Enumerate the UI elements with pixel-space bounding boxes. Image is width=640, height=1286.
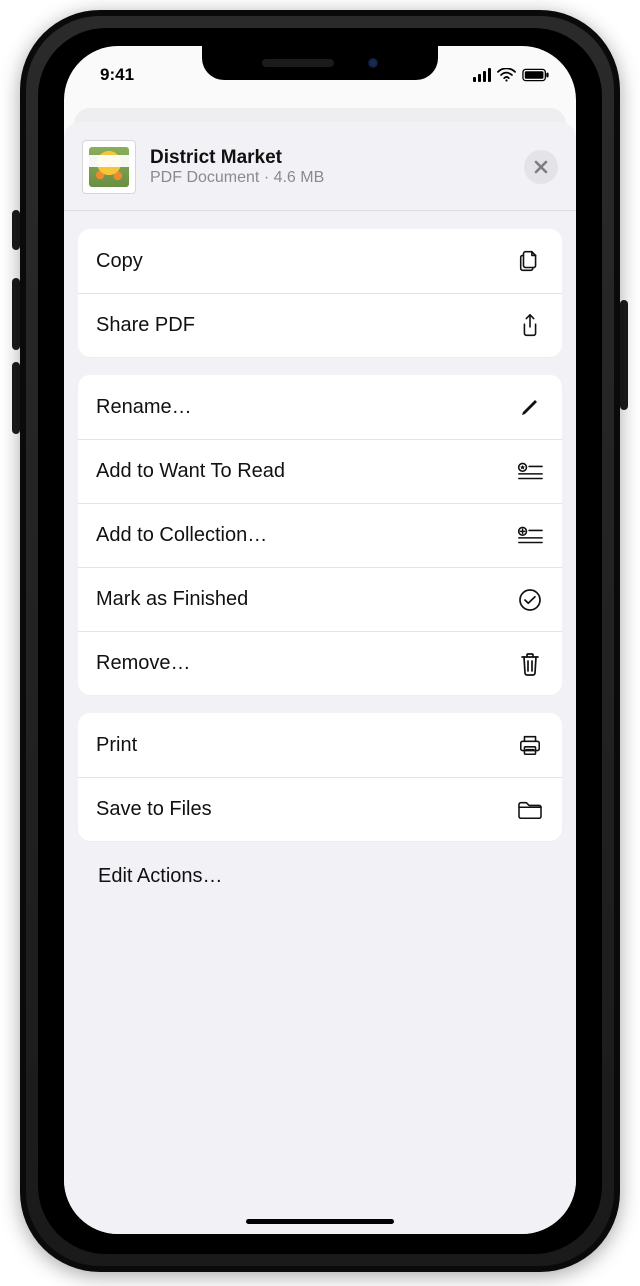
volume-up-button	[12, 278, 20, 350]
share-sheet: District Market PDF Document · 4.6 MB	[64, 122, 576, 1234]
action-group-3: Print	[78, 713, 562, 841]
volume-down-button	[12, 362, 20, 434]
document-title: District Market	[150, 147, 510, 169]
checkmark-circle-icon	[516, 586, 544, 614]
pencil-icon	[516, 393, 544, 421]
close-icon	[533, 159, 549, 175]
folder-icon	[516, 796, 544, 824]
edit-actions-row[interactable]: Edit Actions…	[78, 859, 562, 888]
row-label: Mark as Finished	[96, 588, 248, 611]
screen: 9:41	[64, 46, 576, 1234]
rename-row[interactable]: Rename…	[78, 375, 562, 439]
earpiece	[262, 59, 334, 67]
row-label: Rename…	[96, 396, 192, 419]
printer-icon	[516, 731, 544, 759]
actions-list: Copy Share PDF	[64, 211, 576, 888]
save-to-files-row[interactable]: Save to Files	[78, 777, 562, 841]
status-time: 9:41	[100, 65, 134, 85]
device-frame: 9:41	[0, 0, 640, 1286]
sheet-header: District Market PDF Document · 4.6 MB	[64, 122, 576, 211]
star-list-icon	[516, 458, 544, 486]
row-label: Edit Actions…	[98, 865, 223, 887]
copy-row[interactable]: Copy	[78, 229, 562, 293]
row-label: Add to Want To Read	[96, 460, 285, 483]
add-to-collection-row[interactable]: Add to Collection…	[78, 503, 562, 567]
copy-icon	[516, 247, 544, 275]
add-want-to-read-row[interactable]: Add to Want To Read	[78, 439, 562, 503]
side-button	[620, 300, 628, 410]
plus-list-icon	[516, 522, 544, 550]
document-subtitle: PDF Document · 4.6 MB	[150, 169, 510, 187]
print-row[interactable]: Print	[78, 713, 562, 777]
share-icon	[516, 312, 544, 340]
home-indicator[interactable]	[246, 1219, 394, 1224]
row-label: Add to Collection…	[96, 524, 267, 547]
cellular-signal-icon	[473, 68, 491, 82]
action-group-1: Copy Share PDF	[78, 229, 562, 357]
wifi-icon	[497, 68, 516, 82]
trash-icon	[516, 650, 544, 678]
row-label: Save to Files	[96, 798, 212, 821]
battery-icon	[522, 68, 550, 82]
document-thumbnail	[82, 140, 136, 194]
row-label: Copy	[96, 250, 143, 273]
row-label: Share PDF	[96, 314, 195, 337]
mark-as-finished-row[interactable]: Mark as Finished	[78, 567, 562, 631]
notch	[202, 46, 438, 80]
phone-body: 9:41	[20, 10, 620, 1272]
front-camera	[368, 58, 378, 68]
share-pdf-row[interactable]: Share PDF	[78, 293, 562, 357]
row-label: Remove…	[96, 652, 190, 675]
close-button[interactable]	[524, 150, 558, 184]
remove-row[interactable]: Remove…	[78, 631, 562, 695]
action-group-2: Rename… Add to Want To Read	[78, 375, 562, 695]
row-label: Print	[96, 734, 137, 757]
silence-switch	[12, 210, 20, 250]
